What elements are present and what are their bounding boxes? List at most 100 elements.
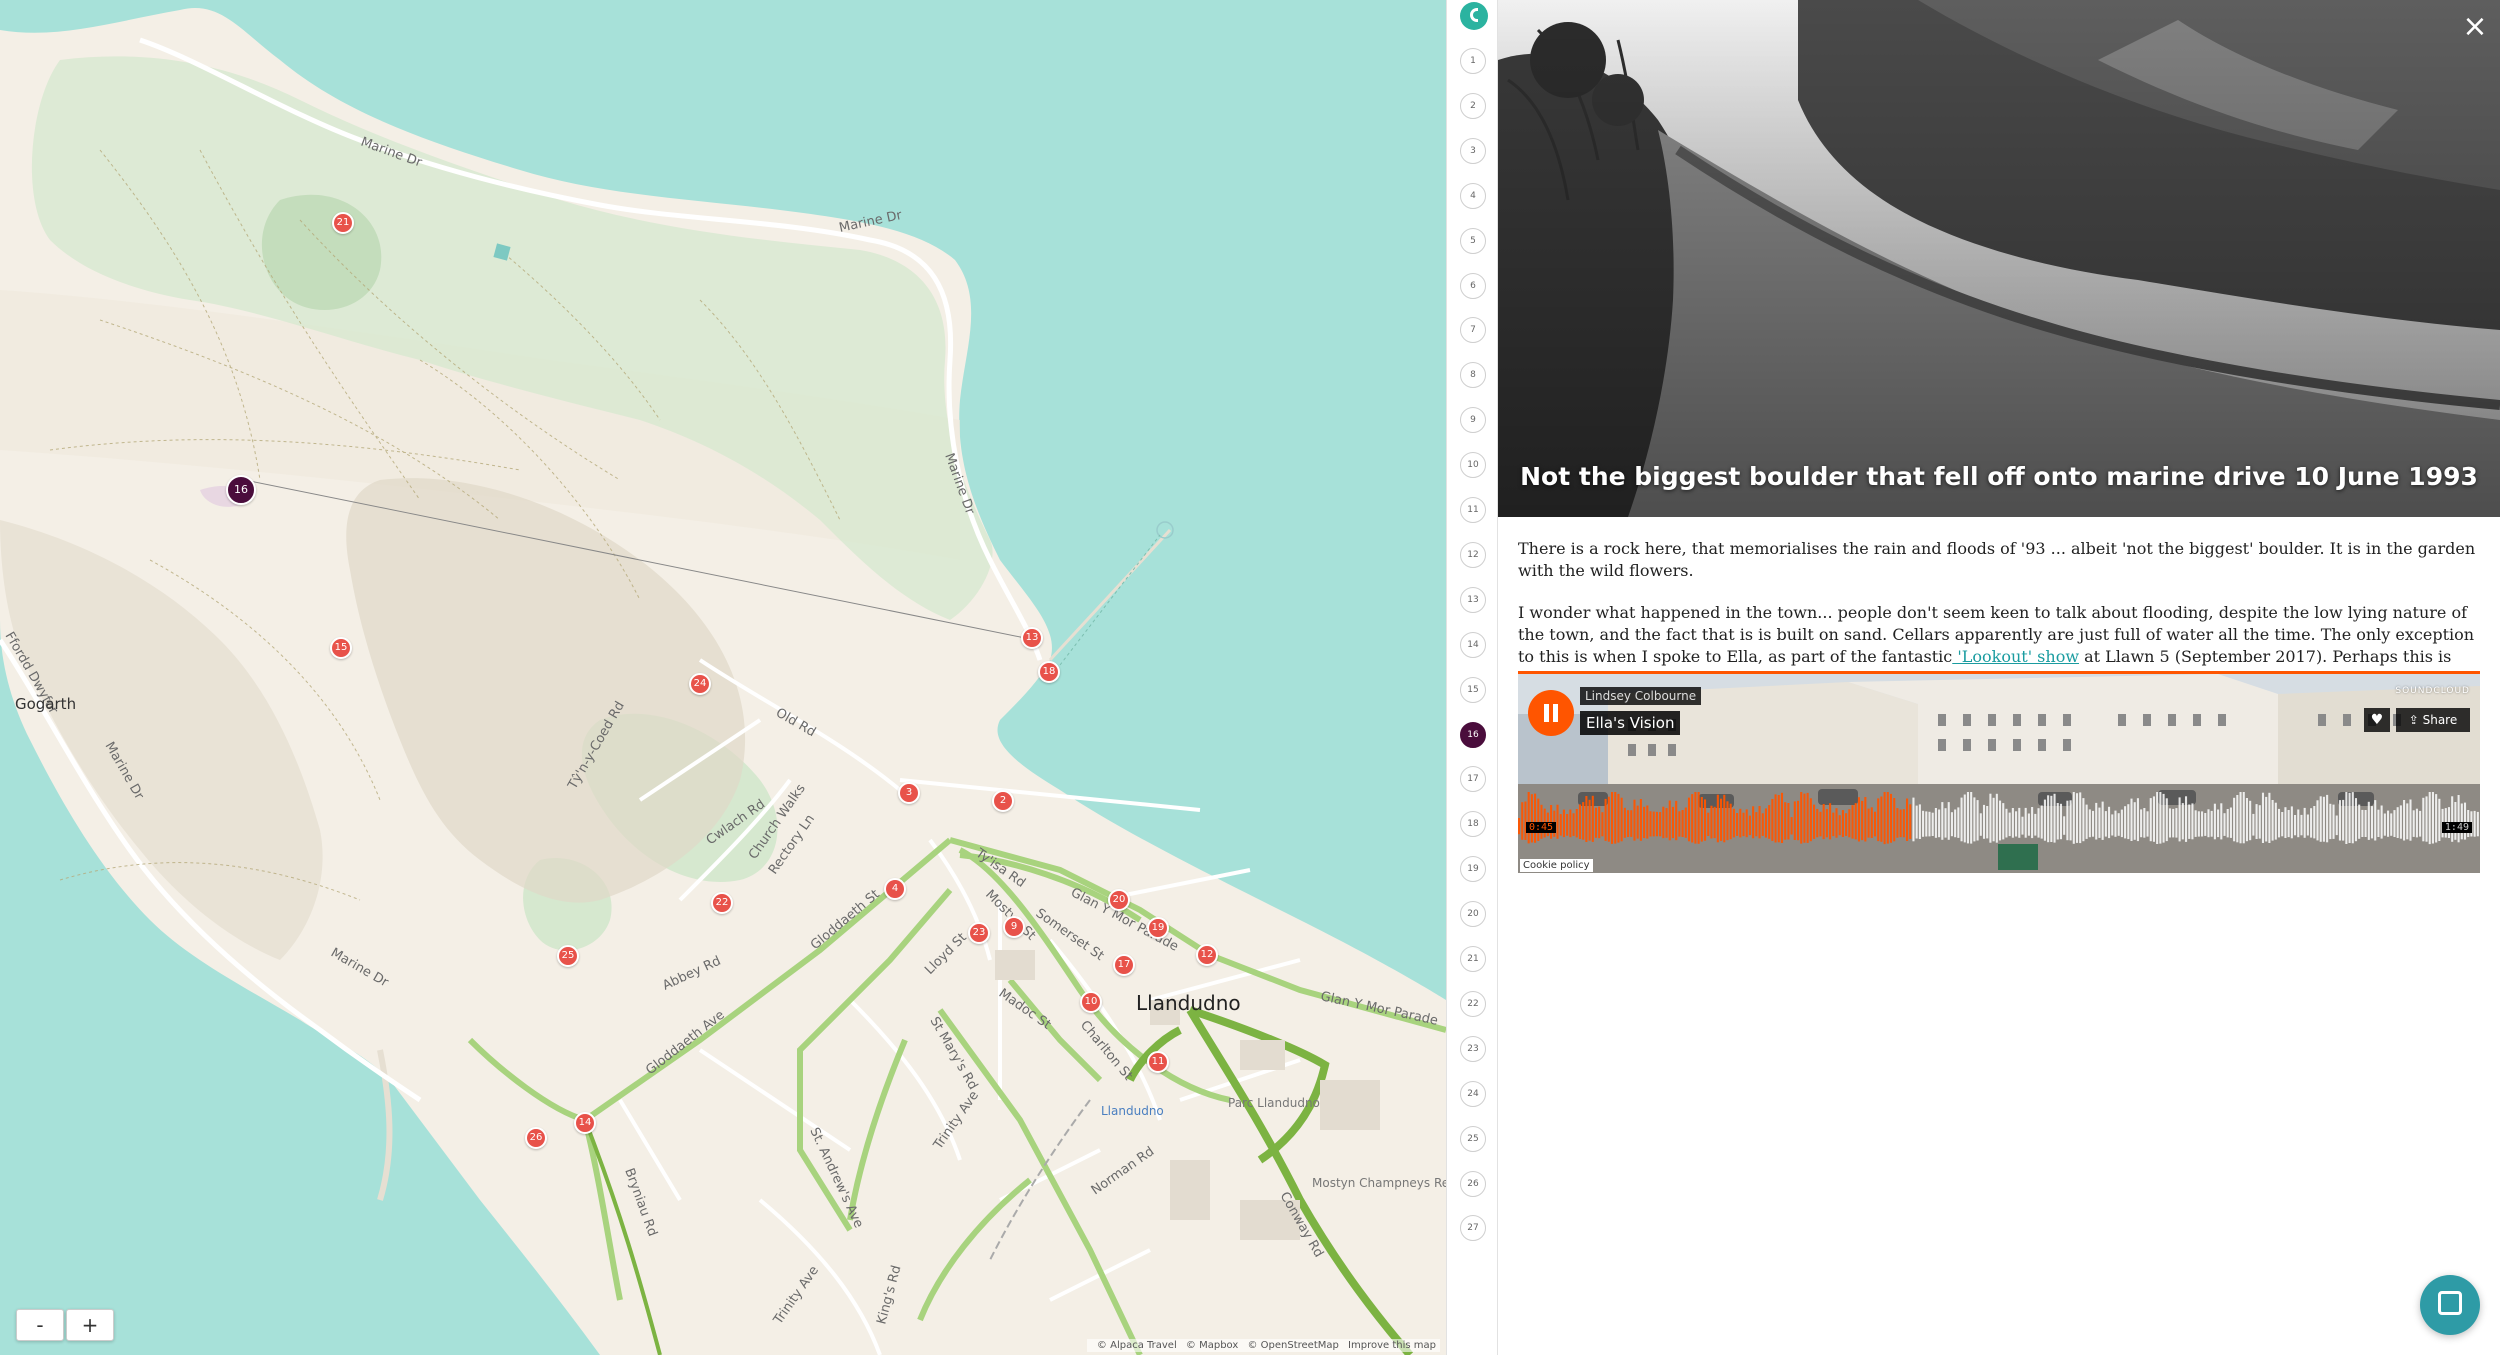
stop-number-11[interactable]: 11 (1460, 497, 1486, 523)
stop-number-27[interactable]: 27 (1460, 1215, 1486, 1242)
map-marker[interactable]: 3 (898, 782, 920, 804)
stop-number-21[interactable]: 21 (1460, 946, 1486, 972)
stop-number-12[interactable]: 12 (1460, 541, 1486, 568)
lookout-show-link[interactable]: 'Lookout' show (1952, 647, 2079, 666)
stop-number-15[interactable]: 15 (1460, 676, 1486, 703)
waveform-bar (1761, 813, 1764, 836)
stop-number-2[interactable]: 2 (1460, 92, 1486, 119)
waveform-bar (2178, 797, 2181, 842)
stop-number-10[interactable]: 10 (1460, 452, 1486, 479)
stop-number-20[interactable]: 20 (1460, 901, 1486, 928)
waveform-bar (2146, 811, 2149, 837)
map-marker[interactable]: 14 (574, 1112, 596, 1134)
stop-number-7[interactable]: 7 (1460, 317, 1486, 344)
waveform-bar (1870, 807, 1873, 838)
stop-number-9[interactable]: 9 (1460, 407, 1486, 434)
waveform-bar (2031, 807, 2034, 839)
map-marker[interactable]: 18 (1038, 661, 1060, 683)
waveform-bar (2329, 803, 2332, 840)
stop-number-19[interactable]: 19 (1460, 856, 1486, 883)
waveform-bar (2239, 792, 2242, 844)
waveform-bar (1569, 809, 1572, 838)
attribution-alpaca-link[interactable]: © Alpaca Travel (1097, 1340, 1177, 1351)
waveform-bar (2457, 795, 2460, 843)
waveform-bar (1829, 803, 1832, 840)
track-title[interactable]: Ella's Vision (1580, 711, 1681, 735)
stop-number-17[interactable]: 17 (1460, 766, 1486, 793)
waveform-bar (1716, 794, 1719, 843)
waveform-bar (2143, 808, 2146, 838)
stop-number-8[interactable]: 8 (1460, 362, 1486, 389)
waveform-bar (1841, 810, 1844, 837)
share-button[interactable]: ⇪ Share (2396, 708, 2470, 732)
map-marker[interactable]: 9 (1003, 916, 1025, 938)
track-artist[interactable]: Lindsey Colbourne (1580, 687, 1702, 705)
map-marker[interactable]: 12 (1196, 944, 1218, 966)
zoom-in-button[interactable]: + (66, 1309, 114, 1341)
stop-number-6[interactable]: 6 (1460, 272, 1486, 299)
map-marker[interactable]: 20 (1108, 889, 1130, 911)
soundcloud-player: Lindsey Colbourne Ella's Vision SOUNDCLO… (1518, 671, 2480, 873)
stop-number-14[interactable]: 14 (1460, 631, 1486, 658)
waveform-bar (2303, 807, 2306, 838)
stop-number-5[interactable]: 5 (1460, 227, 1486, 254)
attribution-osm-link[interactable]: © OpenStreetMap (1247, 1340, 1338, 1351)
map-marker[interactable]: 24 (689, 673, 711, 695)
map-marker[interactable]: 15 (330, 637, 352, 659)
map-marker[interactable]: 22 (711, 892, 733, 914)
waveform-bar (1518, 818, 1521, 835)
chat-bubble-icon[interactable] (2420, 1275, 2480, 1335)
pause-button[interactable] (1528, 690, 1574, 736)
waveform-bar (2377, 809, 2380, 837)
stop-number-18[interactable]: 18 (1460, 811, 1486, 838)
map-marker[interactable]: 10 (1080, 991, 1102, 1013)
stop-number-1[interactable]: 1 (1460, 48, 1486, 74)
map-marker-active[interactable]: 16 (226, 475, 256, 505)
stop-number-23[interactable]: 23 (1460, 1035, 1486, 1062)
stop-number-16[interactable]: 16 (1460, 721, 1486, 748)
alpaca-logo-icon[interactable] (1460, 2, 1488, 30)
waveform-bar (1800, 792, 1803, 844)
map-marker[interactable]: 23 (968, 922, 990, 944)
soundcloud-logo[interactable]: SOUNDCLOUD (2395, 686, 2470, 696)
map-marker[interactable]: 17 (1113, 954, 1135, 976)
waveform-bar (1999, 800, 2002, 841)
waveform-bar (2213, 803, 2216, 840)
stop-number-13[interactable]: 13 (1460, 586, 1486, 613)
waveform-bar (1732, 808, 1735, 838)
cookie-policy-link[interactable]: Cookie policy (1520, 859, 1593, 872)
stop-number-22[interactable]: 22 (1460, 990, 1486, 1017)
stop-number-24[interactable]: 24 (1460, 1080, 1486, 1107)
waveform-bar (1889, 793, 1893, 843)
waveform-bar (1591, 795, 1594, 842)
like-button[interactable]: ♥ (2364, 708, 2390, 732)
waveform-bar (1566, 814, 1569, 836)
waveform-bar (2053, 793, 2056, 843)
map-marker[interactable]: 2 (992, 790, 1014, 812)
map-basemap: Marine Dr Marine Dr Marine Dr Marine Dr … (0, 8, 1446, 1355)
map-marker[interactable]: 25 (557, 945, 579, 967)
waveform-bar (2342, 799, 2345, 841)
waveform-bar (2008, 812, 2011, 837)
map-marker[interactable]: 11 (1147, 1051, 1169, 1073)
map[interactable]: Marine Dr Marine Dr Marine Dr Marine Dr … (0, 0, 1446, 1355)
close-icon[interactable]: × (2460, 12, 2490, 42)
zoom-out-button[interactable]: - (16, 1309, 64, 1341)
map-marker[interactable]: 13 (1021, 627, 1043, 649)
waveform-bar (1854, 803, 1857, 840)
map-marker[interactable]: 4 (884, 878, 906, 900)
map-marker[interactable]: 21 (332, 212, 354, 234)
waveform-bar (2454, 802, 2457, 840)
stop-number-3[interactable]: 3 (1460, 137, 1486, 164)
map-marker[interactable]: 19 (1147, 917, 1169, 939)
waveform[interactable] (1518, 792, 2480, 862)
stop-number-26[interactable]: 26 (1460, 1170, 1486, 1197)
map-marker[interactable]: 26 (525, 1127, 547, 1149)
stop-number-4[interactable]: 4 (1460, 182, 1486, 209)
waveform-bar (2387, 810, 2390, 837)
waveform-bar (2361, 809, 2364, 837)
stop-number-25[interactable]: 25 (1460, 1125, 1486, 1152)
improve-map-link[interactable]: Improve this map (1348, 1340, 1436, 1351)
attribution-mapbox-link[interactable]: © Mapbox (1186, 1340, 1238, 1351)
waveform-bar (2114, 810, 2117, 837)
